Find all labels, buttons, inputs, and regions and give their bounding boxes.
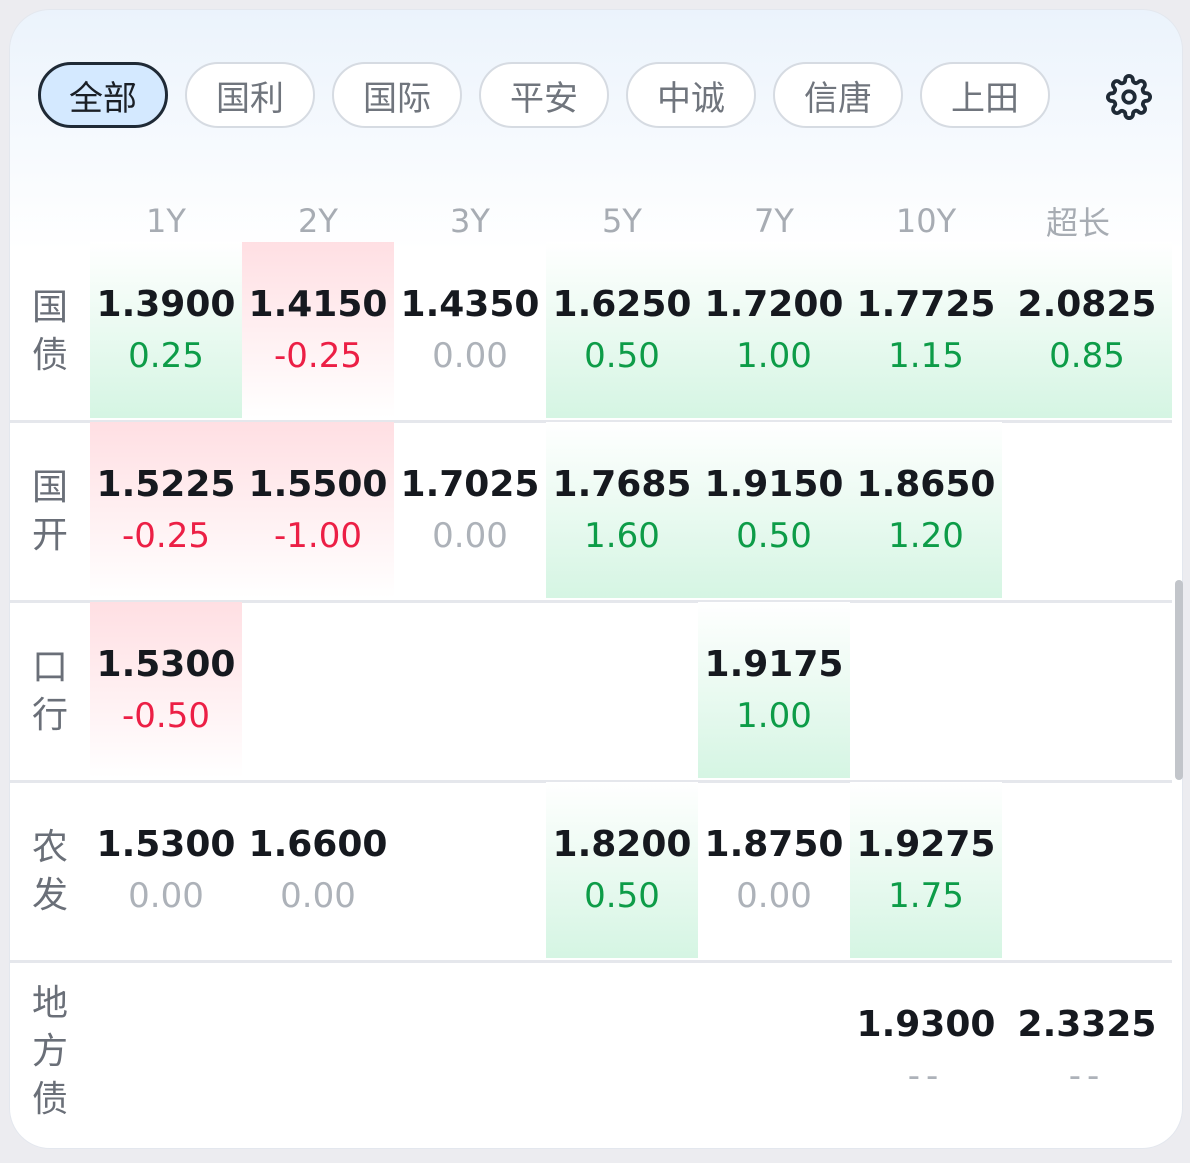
yield-change: -0.25 [122,516,210,556]
yield-value: 1.4150 [248,284,388,325]
yield-change: 1.60 [584,516,660,556]
yield-change: 1.20 [888,516,964,556]
yield-change: -- [907,1056,945,1096]
row-label: 国债 [10,242,90,422]
tab-xintang[interactable]: 信唐 [773,62,903,128]
yield-value: 2.0825 [1017,284,1157,325]
yield-cell[interactable]: 1.8750 0.00 [698,782,850,958]
yield-cell[interactable]: 2.3325 -- [1002,962,1172,1138]
yield-cell[interactable]: 1.6250 0.50 [546,242,698,418]
yield-card: 全部 国利 国际 平安 中诚 信唐 上田 1Y 2Y 3Y 5Y 7Y 10Y … [10,10,1182,1148]
yield-cell[interactable]: 1.7200 1.00 [698,242,850,418]
yield-change: 0.50 [584,336,660,376]
yield-change: 0.50 [584,876,660,916]
row-label-char: 开 [31,515,68,556]
yield-change: 1.75 [888,876,964,916]
yield-value: 1.9175 [704,644,844,685]
row-label-char: 口 [31,647,68,688]
yield-value: 1.9150 [704,464,844,505]
yield-value: 1.7685 [552,464,692,505]
yield-value: 1.5500 [248,464,388,505]
yield-cell[interactable]: 1.5225 -0.25 [90,422,242,598]
tab-guoli[interactable]: 国利 [185,62,315,128]
tab-zhongcheng[interactable]: 中诚 [626,62,756,128]
row-label-char: 地 [31,983,68,1024]
broker-tabs: 全部 国利 国际 平安 中诚 信唐 上田 [38,62,1067,128]
yield-cell[interactable]: 1.9300 -- [850,962,1002,1138]
yield-change: 0.00 [432,336,508,376]
yield-value: 1.6600 [248,824,388,865]
row-label-char: 债 [31,335,68,376]
yield-cell[interactable]: 1.6600 0.00 [242,782,394,958]
table-row: 地方债 1.9300 -- 2.3325 -- [10,962,1172,1142]
row-label: 农发 [10,782,90,962]
yield-value: 1.9300 [856,1004,996,1045]
yield-value: 1.7025 [400,464,540,505]
yield-cell[interactable]: 1.4350 0.00 [394,242,546,418]
row-label-char: 方 [31,1031,68,1072]
yield-change: -0.25 [274,336,362,376]
yield-change: -1.00 [274,516,362,556]
yield-cell[interactable]: 1.5500 -1.00 [242,422,394,598]
row-label-char: 债 [31,1079,68,1120]
scrollbar[interactable] [1175,580,1183,780]
yield-change: 0.00 [128,876,204,916]
yield-cell[interactable]: 1.7025 0.00 [394,422,546,598]
yield-cell[interactable]: 1.9150 0.50 [698,422,850,598]
yield-change: 0.85 [1049,336,1125,376]
table-row: 国开 1.5225 -0.25 1.5500 -1.00 1.7025 0.00 1.7685… [10,422,1172,602]
yield-cell[interactable]: 1.5300 0.00 [90,782,242,958]
yield-cell[interactable]: 1.3900 0.25 [90,242,242,418]
row-label-char: 农 [31,827,68,868]
yield-cell[interactable]: 1.9175 1.00 [698,602,850,778]
row-label-char: 发 [31,875,68,916]
yield-change: 0.25 [128,336,204,376]
yield-value: 1.5300 [96,824,236,865]
row-label: 国开 [10,422,90,602]
yield-value: 1.8650 [856,464,996,505]
table-row: 国债 1.3900 0.25 1.4150 -0.25 1.4350 0.00 1.6250 0… [10,242,1172,422]
yield-value: 1.9275 [856,824,996,865]
yield-value: 1.3900 [96,284,236,325]
row-label-char: 国 [31,467,68,508]
yield-value: 1.4350 [400,284,540,325]
gear-icon[interactable] [1106,74,1152,120]
table-row: 口行 1.5300 -0.50 1.9175 1.00 [10,602,1172,782]
yield-cell[interactable]: 1.5300 -0.50 [90,602,242,778]
table-row: 农发 1.5300 0.00 1.6600 0.00 1.8200 0.50 1.8750 0.… [10,782,1172,962]
yield-value: 2.3325 [1017,1004,1157,1045]
yield-change: 1.00 [736,696,812,736]
yield-change: 0.00 [432,516,508,556]
yield-cell[interactable]: 1.7725 1.15 [850,242,1002,418]
yield-change: 1.00 [736,336,812,376]
tab-all[interactable]: 全部 [38,62,168,128]
yield-cell[interactable]: 1.7685 1.60 [546,422,698,598]
yield-value: 1.8200 [552,824,692,865]
yield-cell[interactable]: 1.4150 -0.25 [242,242,394,418]
yield-change: 0.50 [736,516,812,556]
tab-shangtian[interactable]: 上田 [920,62,1050,128]
row-label: 口行 [10,602,90,782]
yield-value: 1.6250 [552,284,692,325]
tab-pingan[interactable]: 平安 [479,62,609,128]
yield-change: -- [1068,1056,1106,1096]
row-label: 地方债 [10,962,90,1142]
yield-cell[interactable]: 2.0825 0.85 [1002,242,1172,418]
yield-value: 1.7725 [856,284,996,325]
yield-value: 1.5225 [96,464,236,505]
yield-cell[interactable]: 1.8200 0.50 [546,782,698,958]
row-label-char: 国 [31,287,68,328]
yield-change: 0.00 [736,876,812,916]
yield-value: 1.8750 [704,824,844,865]
yield-cell[interactable]: 1.8650 1.20 [850,422,1002,598]
yield-change: 1.15 [888,336,964,376]
yield-cell[interactable]: 1.9275 1.75 [850,782,1002,958]
tab-guoji[interactable]: 国际 [332,62,462,128]
yield-change: 0.00 [280,876,356,916]
yield-change: -0.50 [122,696,210,736]
yield-value: 1.7200 [704,284,844,325]
row-label-char: 行 [31,695,68,736]
yield-value: 1.5300 [96,644,236,685]
